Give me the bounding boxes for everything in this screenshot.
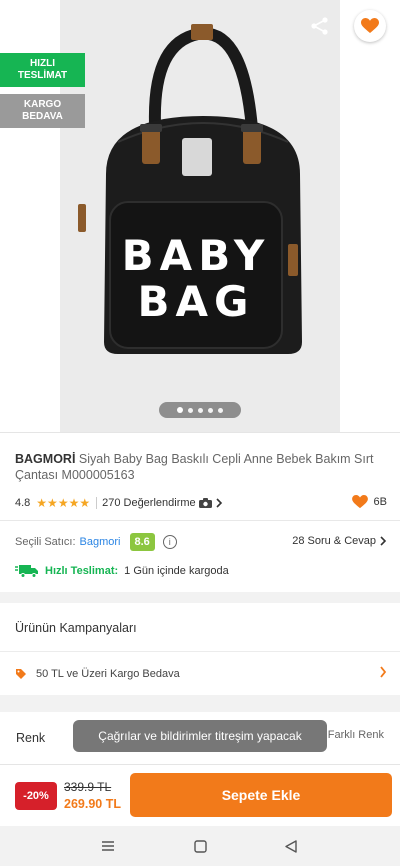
fast-delivery-label: Hızlı Teslimat: xyxy=(45,565,119,577)
favorite-count: 6B xyxy=(351,495,387,509)
share-button[interactable] xyxy=(306,12,334,40)
product-title: BAGMORİ Siyah Baby Bag Baskılı Cepli Ann… xyxy=(15,451,387,483)
carousel-dot[interactable] xyxy=(188,407,193,413)
divider xyxy=(0,520,400,521)
campaign-card: Ürünün Kampanyaları 50 TL ve Üzeri Kargo… xyxy=(0,603,400,695)
image-topbar xyxy=(0,0,400,52)
recent-apps-button[interactable] xyxy=(98,836,118,856)
current-price: 269.90 TL xyxy=(64,797,121,811)
carousel-dot[interactable] xyxy=(177,407,183,413)
add-to-cart-button[interactable]: Sepete Ekle xyxy=(130,773,392,817)
back-nav-button[interactable] xyxy=(281,836,301,856)
info-icon[interactable]: i xyxy=(162,535,177,549)
reviews-link[interactable]: 270 Değerlendirme xyxy=(102,497,223,509)
delivery-row: Hızlı Teslimat: 1 Gün içinde kargoda xyxy=(15,563,229,579)
carousel-dot[interactable] xyxy=(208,407,213,413)
menu-lines-icon xyxy=(102,841,114,851)
fast-delivery-badge: HIZLI TESLİMAT xyxy=(0,53,85,87)
camera-icon xyxy=(198,498,212,508)
color-label: Renk xyxy=(16,731,46,745)
chevron-right-icon xyxy=(216,498,222,508)
seller-row: Seçili Satıcı: Bagmori 8.6 i 28 Soru & C… xyxy=(15,532,387,552)
qa-link[interactable]: 28 Soru & Cevap xyxy=(292,535,387,547)
purchase-bar: -20% 339.9 TL 269.90 TL Sepete Ekle xyxy=(0,764,400,826)
carousel-dot[interactable] xyxy=(198,407,203,413)
carousel-pagination[interactable] xyxy=(159,402,241,418)
delivery-time: 1 Gün içinde kargoda xyxy=(124,565,229,577)
toast-message: Çağrılar ve bildirimler titreşim yapacak xyxy=(73,720,327,752)
seller-score-badge: 8.6 xyxy=(129,533,155,551)
campaign-title: Ürünün Kampanyaları xyxy=(15,621,137,635)
other-colors-link[interactable]: Farklı Renk xyxy=(328,729,384,741)
favorite-button[interactable] xyxy=(354,10,386,42)
product-info-card: BAGMORİ Siyah Baby Bag Baskılı Cepli Ann… xyxy=(0,432,400,592)
divider xyxy=(0,651,400,652)
arrow-left-icon xyxy=(16,17,36,35)
old-price: 339.9 TL xyxy=(64,780,112,794)
rating-value: 4.8 xyxy=(15,497,31,509)
truck-icon xyxy=(15,565,38,578)
tag-icon xyxy=(16,669,26,679)
share-icon xyxy=(311,17,328,35)
seller-name-link[interactable]: Bagmori xyxy=(80,536,121,548)
bag-print-line2: BAG xyxy=(138,277,255,326)
campaign-item-label: 50 TL ve Üzeri Kargo Bedava xyxy=(36,668,180,680)
fast-delivery-badge-text: HIZLI TESLİMAT xyxy=(17,58,68,81)
qa-label: 28 Soru & Cevap xyxy=(292,535,376,547)
rating-row: 4.8 ★★★★★ 270 Değerlendirme 6B xyxy=(15,495,387,511)
discount-badge: -20% xyxy=(15,782,57,810)
triangle-back-icon xyxy=(285,839,297,853)
heart-icon xyxy=(351,495,368,509)
chevron-right-icon xyxy=(379,665,387,681)
free-cargo-badge-text: KARGO BEDAVA xyxy=(22,99,63,122)
heart-icon xyxy=(361,18,379,33)
rating-stars: ★★★★★ xyxy=(36,496,91,510)
chevron-right-icon xyxy=(380,536,387,546)
reviews-count: 270 Değerlendirme xyxy=(102,497,196,509)
favorite-count-value: 6B xyxy=(373,496,387,508)
carousel-dot[interactable] xyxy=(218,407,223,413)
product-brand[interactable]: BAGMORİ xyxy=(15,452,75,466)
bag-print-line1: BABY xyxy=(122,231,271,280)
product-image: BABY BAG xyxy=(78,24,302,354)
home-button[interactable] xyxy=(190,836,210,856)
divider xyxy=(96,497,98,509)
campaign-item[interactable]: 50 TL ve Üzeri Kargo Bedava xyxy=(15,665,387,683)
free-cargo-badge: KARGO BEDAVA xyxy=(0,94,85,128)
square-icon xyxy=(193,839,207,853)
product-image-carousel[interactable]: BABY BAG HIZLI TESLİMAT KARGO BEDAVA xyxy=(0,0,400,432)
back-button[interactable] xyxy=(12,12,40,40)
seller-label: Seçili Satıcı: xyxy=(15,536,76,548)
system-navigation-bar xyxy=(0,826,400,866)
